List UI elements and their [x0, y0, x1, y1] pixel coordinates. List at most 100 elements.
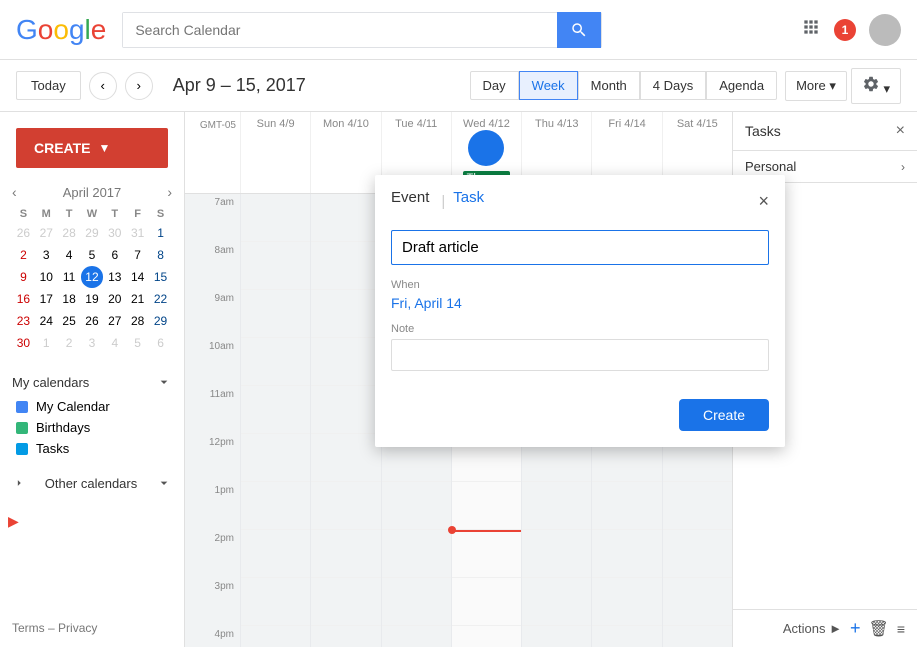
search-button[interactable]: [557, 12, 601, 48]
mini-cal-day[interactable]: 15: [149, 266, 172, 288]
hour-line[interactable]: [452, 626, 521, 647]
hour-line[interactable]: [241, 338, 310, 386]
create-button[interactable]: CREATE ▼: [16, 128, 168, 168]
tasks-close-button[interactable]: ×: [896, 122, 905, 140]
mini-cal-day[interactable]: 20: [103, 288, 126, 310]
mini-cal-day[interactable]: 13: [103, 266, 126, 288]
privacy-link[interactable]: Privacy: [58, 621, 97, 635]
hour-line[interactable]: [663, 626, 732, 647]
mini-cal-day[interactable]: 23: [12, 310, 35, 332]
mini-cal-day[interactable]: 2: [58, 332, 81, 354]
hour-line[interactable]: [241, 194, 310, 242]
mini-cal-day[interactable]: 10: [35, 266, 58, 288]
view-day-button[interactable]: Day: [470, 71, 519, 100]
hour-line[interactable]: [382, 578, 451, 626]
mini-cal-day[interactable]: 26: [12, 222, 35, 244]
hour-line[interactable]: [522, 530, 591, 578]
view-4days-button[interactable]: 4 Days: [640, 71, 706, 100]
hour-line[interactable]: [241, 290, 310, 338]
day-header-mon[interactable]: Mon 4/10: [310, 112, 380, 193]
user-avatar[interactable]: [869, 14, 901, 46]
hour-line[interactable]: [592, 530, 661, 578]
mini-cal-day[interactable]: 12: [81, 266, 104, 288]
mini-cal-day[interactable]: 31: [126, 222, 149, 244]
hour-line[interactable]: [241, 482, 310, 530]
hour-line[interactable]: [311, 434, 380, 482]
search-input[interactable]: [123, 13, 557, 47]
hour-line[interactable]: [241, 578, 310, 626]
mini-cal-day[interactable]: 11: [58, 266, 81, 288]
hour-line[interactable]: [663, 530, 732, 578]
hour-line[interactable]: [452, 578, 521, 626]
hour-line[interactable]: [311, 626, 380, 647]
hour-line[interactable]: [452, 530, 521, 578]
calendar-item-tasks[interactable]: Tasks: [12, 438, 172, 459]
hour-line[interactable]: [241, 434, 310, 482]
mini-cal-prev[interactable]: ‹: [12, 184, 17, 200]
popup-create-button[interactable]: Create: [679, 399, 769, 431]
mini-cal-day[interactable]: 2: [12, 244, 35, 266]
hour-line[interactable]: [592, 482, 661, 530]
mini-cal-day[interactable]: 1: [149, 222, 172, 244]
my-calendars-header[interactable]: My calendars: [12, 374, 172, 390]
next-button[interactable]: ›: [125, 72, 153, 100]
tasks-actions-label[interactable]: Actions ►: [783, 621, 842, 636]
hour-line[interactable]: [241, 530, 310, 578]
hour-line[interactable]: [592, 626, 661, 647]
hour-line[interactable]: [311, 386, 380, 434]
view-month-button[interactable]: Month: [578, 71, 640, 100]
day-header-sun[interactable]: Sun 4/9: [240, 112, 310, 193]
hour-line[interactable]: [311, 242, 380, 290]
hour-line[interactable]: [452, 482, 521, 530]
hour-line[interactable]: [311, 578, 380, 626]
view-agenda-button[interactable]: Agenda: [706, 71, 777, 100]
mini-cal-day[interactable]: 14: [126, 266, 149, 288]
hour-line[interactable]: [241, 242, 310, 290]
mini-cal-day[interactable]: 29: [81, 222, 104, 244]
tasks-list-view-button[interactable]: ≡: [897, 621, 905, 637]
apps-icon[interactable]: [801, 17, 821, 43]
mini-cal-day[interactable]: 27: [35, 222, 58, 244]
mini-cal-day[interactable]: 17: [35, 288, 58, 310]
hour-line[interactable]: [382, 626, 451, 647]
terms-link[interactable]: Terms: [12, 621, 45, 635]
mini-cal-day[interactable]: 16: [12, 288, 35, 310]
task-title-input[interactable]: [391, 230, 769, 265]
other-calendars-header[interactable]: Other calendars: [12, 475, 172, 491]
mini-cal-day[interactable]: 25: [58, 310, 81, 332]
hour-line[interactable]: [522, 482, 591, 530]
hour-line[interactable]: [311, 338, 380, 386]
mini-cal-day[interactable]: 29: [149, 310, 172, 332]
mini-cal-day[interactable]: 3: [35, 244, 58, 266]
mini-cal-day[interactable]: 5: [81, 244, 104, 266]
hour-line[interactable]: [522, 578, 591, 626]
mini-cal-day[interactable]: 28: [58, 222, 81, 244]
view-week-button[interactable]: Week: [519, 71, 578, 100]
mini-cal-day[interactable]: 4: [103, 332, 126, 354]
mini-cal-day[interactable]: 1: [35, 332, 58, 354]
prev-button[interactable]: ‹: [89, 72, 117, 100]
hour-line[interactable]: [311, 194, 380, 242]
popup-close-button[interactable]: ×: [758, 191, 769, 212]
mini-cal-day[interactable]: 18: [58, 288, 81, 310]
hour-line[interactable]: [241, 386, 310, 434]
hour-line[interactable]: [311, 482, 380, 530]
mini-cal-day[interactable]: 6: [149, 332, 172, 354]
hour-line[interactable]: [522, 626, 591, 647]
tasks-add-button[interactable]: +: [850, 618, 861, 639]
today-button[interactable]: Today: [16, 71, 81, 100]
hour-line[interactable]: [311, 530, 380, 578]
calendar-item-my[interactable]: My Calendar: [12, 396, 172, 417]
mini-cal-day[interactable]: 3: [81, 332, 104, 354]
hour-line[interactable]: [382, 482, 451, 530]
settings-button[interactable]: ▾: [851, 68, 901, 104]
popup-tab-task[interactable]: Task: [453, 189, 484, 214]
mini-cal-day[interactable]: 5: [126, 332, 149, 354]
hour-line[interactable]: [311, 290, 380, 338]
mini-cal-day[interactable]: 26: [81, 310, 104, 332]
mini-cal-day[interactable]: 24: [35, 310, 58, 332]
popup-when-date[interactable]: Fri, April 14: [391, 295, 769, 311]
mini-cal-day[interactable]: 6: [103, 244, 126, 266]
hour-line[interactable]: [241, 626, 310, 647]
hour-line[interactable]: [663, 482, 732, 530]
